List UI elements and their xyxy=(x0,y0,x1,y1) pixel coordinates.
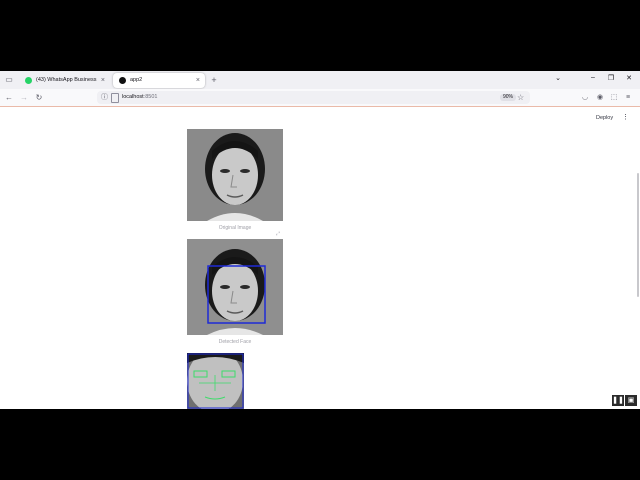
forward-icon[interactable]: → xyxy=(19,92,29,103)
zoom-indicator[interactable]: 90% xyxy=(500,94,517,101)
site-info-icon[interactable]: ⓘ xyxy=(101,92,108,102)
tab-strip: ▭ (43) WhatsApp Business × app2 × + ⌄ – … xyxy=(0,71,640,89)
tab-whatsapp[interactable]: (43) WhatsApp Business × xyxy=(19,73,110,88)
tab-app2[interactable]: app2 × xyxy=(113,73,205,88)
tab-overflow-chevron-icon[interactable]: ⌄ xyxy=(552,74,564,82)
nav-bar: ← → ↻ ⓘ localhost:8501 90% ☆ ◡ ◉ ⬚ ≡ xyxy=(0,89,640,107)
fullscreen-icon[interactable]: ⤢ xyxy=(276,231,280,237)
scrollbar[interactable] xyxy=(637,173,639,297)
original-face-photo xyxy=(187,129,283,221)
bookmark-star-icon[interactable]: ☆ xyxy=(517,92,524,103)
tab-label: app2 xyxy=(130,77,143,83)
browser-window: ▭ (43) WhatsApp Business × app2 × + ⌄ – … xyxy=(0,71,640,409)
url-port: :8501 xyxy=(143,94,158,100)
app-content: Deploy ⋮ Original Image ⤢ Detected Face xyxy=(0,107,640,409)
menu-icon[interactable]: ≡ xyxy=(623,92,633,103)
url-text[interactable]: localhost:8501 xyxy=(122,91,157,104)
detected-face-photo xyxy=(187,239,283,335)
close-tab-icon[interactable]: × xyxy=(101,73,105,88)
original-image-caption: Original Image xyxy=(218,225,252,231)
deploy-button[interactable]: Deploy xyxy=(596,115,613,121)
address-bar[interactable]: ⓘ localhost:8501 90% ☆ xyxy=(97,91,530,104)
minimize-icon[interactable]: – xyxy=(587,74,599,81)
page-icon xyxy=(111,93,119,103)
restore-icon[interactable]: ❐ xyxy=(605,74,617,82)
detected-face-caption: Detected Face xyxy=(218,339,252,345)
detected-face-image xyxy=(187,239,283,335)
url-host: localhost xyxy=(122,94,144,100)
pocket-icon[interactable]: ◡ xyxy=(580,92,590,103)
tab-label: (43) WhatsApp Business xyxy=(36,77,97,83)
new-tab-button[interactable]: + xyxy=(209,75,219,85)
original-image xyxy=(187,129,283,221)
tab-list-icon[interactable]: ▭ xyxy=(4,75,14,85)
back-icon[interactable]: ← xyxy=(4,92,14,103)
whatsapp-favicon-icon xyxy=(25,77,32,84)
streamlit-favicon-icon xyxy=(119,77,126,84)
pause-icon[interactable]: ❚❚ xyxy=(612,395,624,406)
landmarks-image xyxy=(187,353,244,409)
reload-icon[interactable]: ↻ xyxy=(34,92,44,103)
close-window-icon[interactable]: ✕ xyxy=(623,74,635,82)
extensions-icon[interactable]: ⬚ xyxy=(609,92,619,103)
account-icon[interactable]: ◉ xyxy=(595,92,605,103)
close-tab-icon[interactable]: × xyxy=(196,73,200,88)
screen-share-icon[interactable]: ▣ xyxy=(625,395,637,406)
face-landmarks-photo xyxy=(187,353,244,409)
main-menu-icon[interactable]: ⋮ xyxy=(622,113,629,122)
